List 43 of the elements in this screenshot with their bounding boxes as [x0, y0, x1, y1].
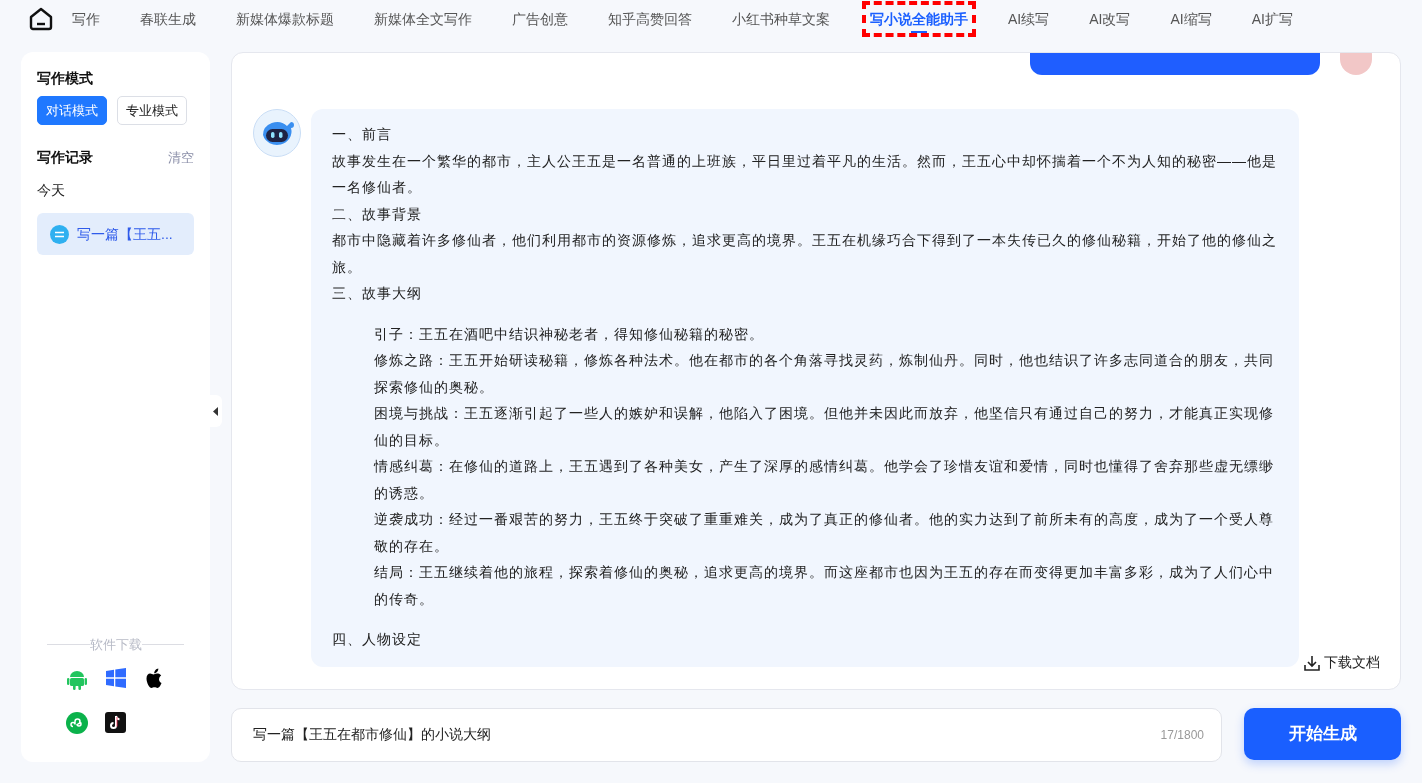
nav-tab[interactable]: 写小说全能助手 [862, 1, 976, 37]
outline-item: 结局：王五继续着他的旅程，探索着修仙的奥秘，追求更高的境界。而这座都市也因为王五的存在而变得更加丰富多彩，成为了人们心中的传奇。 [373, 563, 1275, 609]
character-count: 17/1800 [1160, 727, 1204, 744]
section-heading: 四、人物设定 [332, 630, 423, 649]
nav-tab[interactable]: 广告创意 [512, 1, 568, 37]
section-title: 写作模式 [37, 69, 94, 88]
nav-tab[interactable]: 春联生成 [140, 1, 196, 37]
day-label: 今天 [37, 181, 66, 200]
outline-item: 引子：王五在酒吧中结识神秘老者，得知修仙秘籍的秘密。 [373, 324, 765, 344]
nav-tab[interactable]: 新媒体全文写作 [374, 1, 472, 37]
collapse-handle[interactable] [210, 395, 222, 427]
nav-tab[interactable]: AI扩写 [1251, 1, 1293, 37]
mode-button[interactable]: 专业模式 [117, 96, 187, 125]
nav-tab[interactable]: AI缩写 [1170, 1, 1212, 37]
apple-icon[interactable] [145, 668, 164, 690]
outline-item: 困境与挑战：王五逐渐引起了一些人的嫉妒和误解，他陷入了困境。但他并未因此而放弃，他坚信只有通过自己的努力，才能真正实现修仙的目标。 [373, 404, 1275, 450]
nav-tab[interactable]: 小红书种草文案 [732, 1, 830, 37]
mini-program-icon[interactable] [65, 712, 88, 734]
mode-button[interactable]: 对话模式 [37, 96, 107, 125]
message-paragraph: 都市中隐藏着许多修仙者，他们利用都市的资源修炼，追求更高的境界。王五在机缘巧合下得到了一本失传已久的修仙秘籍，开始了他的修仙之旅。 [332, 231, 1278, 277]
home-icon[interactable] [28, 7, 54, 31]
outline-item: 修炼之路：王五开始研读秘籍，修炼各种法术。他在都市的各个角落寻找灵药，炼制仙丹。同时，他也结识了许多志同道合的朋友，共同探索修仙的奥秘。 [373, 351, 1275, 397]
section-title: 写作记录 [37, 148, 93, 167]
chat-icon [50, 224, 69, 244]
nav-tab[interactable]: 写作 [72, 1, 100, 37]
nav-tab[interactable]: 知乎高赞回答 [608, 1, 692, 37]
robot-avatar-icon [253, 109, 301, 157]
nav-tab[interactable]: AI续写 [1008, 1, 1050, 37]
message-paragraph: 故事发生在一个繁华的都市，主人公王五是一名普通的上班族，平日里过着平凡的生活。然而，王五心中却怀揣着一个不为人知的秘密——他是一名修仙者。 [332, 151, 1278, 197]
section-heading: 二、故事背景 [332, 204, 423, 224]
section-heading: 一、前言 [332, 125, 393, 144]
outline-item: 情感纠葛：在修仙的道路上，王五遇到了各种美女，产生了深厚的感情纠葛。他学会了珍惜友谊和爱情，同时也懂得了舍弃那些虚无缥缈的诱惑。 [372, 457, 1275, 503]
section-title: 软件下载 [89, 635, 142, 654]
download-icon [1304, 654, 1320, 671]
outline-item: 逆袭成功：经过一番艰苦的努力，王五终于突破了重重难关，成为了真正的修仙者。他的实力达到了前所未有的高度，成为了一个受人尊敬的存在。 [373, 510, 1275, 556]
download-button[interactable]: 下载文档 [1304, 652, 1380, 673]
history-item[interactable]: 写一篇【王五... [37, 213, 194, 255]
nav-tab[interactable]: AI改写 [1089, 1, 1131, 37]
section-heading: 三、故事大纲 [332, 284, 423, 303]
tiktok-icon[interactable] [105, 712, 126, 733]
generate-button[interactable]: 开始生成 [1244, 708, 1401, 760]
windows-icon[interactable] [105, 668, 126, 688]
nav-tab[interactable]: 新媒体爆款标题 [236, 1, 334, 37]
